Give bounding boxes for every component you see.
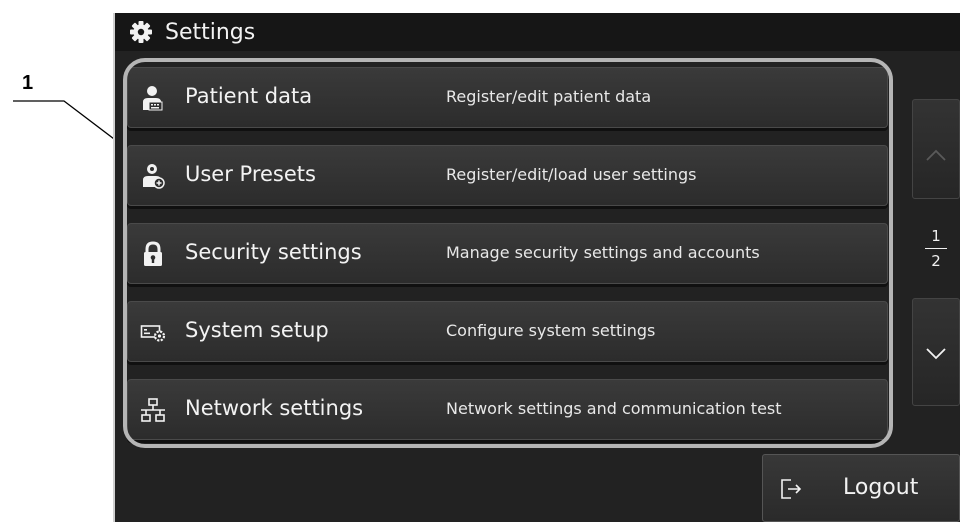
menu-item-label: System setup [185, 318, 329, 342]
system-setup-icon [140, 319, 166, 345]
current-page: 1 [931, 227, 941, 245]
settings-screen: Settings Patient data Register/edit pati… [113, 13, 960, 522]
menu-item-patient-data[interactable]: Patient data Register/edit patient data [127, 67, 888, 128]
menu-item-description: Register/edit patient data [446, 87, 652, 106]
logout-button[interactable]: Logout [762, 454, 960, 522]
page-indicator: 1 2 [912, 226, 960, 271]
user-preset-icon [140, 163, 166, 189]
lock-icon [140, 241, 166, 267]
menu-item-label: Security settings [185, 240, 362, 264]
callout-number: 1 [22, 72, 34, 94]
page-title: Settings [165, 19, 256, 45]
menu-item-description: Register/edit/load user settings [446, 165, 697, 184]
menu-item-label: Network settings [185, 396, 364, 420]
logout-label: Logout [843, 475, 919, 500]
menu-item-security-settings[interactable]: Security settings Manage security settin… [127, 223, 888, 284]
chevron-down-icon [924, 341, 948, 365]
menu-item-description: Configure system settings [446, 321, 656, 340]
logout-icon [779, 477, 803, 501]
scroll-up-button[interactable] [912, 99, 960, 199]
total-pages: 2 [931, 252, 941, 270]
menu-item-description: Network settings and communication test [446, 399, 782, 418]
menu-item-user-presets[interactable]: User Presets Register/edit/load user set… [127, 145, 888, 206]
menu-item-network-settings[interactable]: Network settings Network settings and co… [127, 379, 888, 440]
menu-item-label: Patient data [185, 84, 313, 108]
menu-item-description: Manage security settings and accounts [446, 243, 760, 262]
page-divider [925, 248, 947, 249]
chevron-up-icon [924, 144, 948, 168]
scroll-down-button[interactable] [912, 298, 960, 406]
menu-item-system-setup[interactable]: System setup Configure system settings [127, 301, 888, 362]
patient-icon [140, 85, 166, 111]
menu-item-label: User Presets [185, 162, 316, 186]
network-icon [140, 397, 166, 423]
gear-icon [129, 20, 153, 44]
title-bar: Settings [115, 13, 960, 51]
